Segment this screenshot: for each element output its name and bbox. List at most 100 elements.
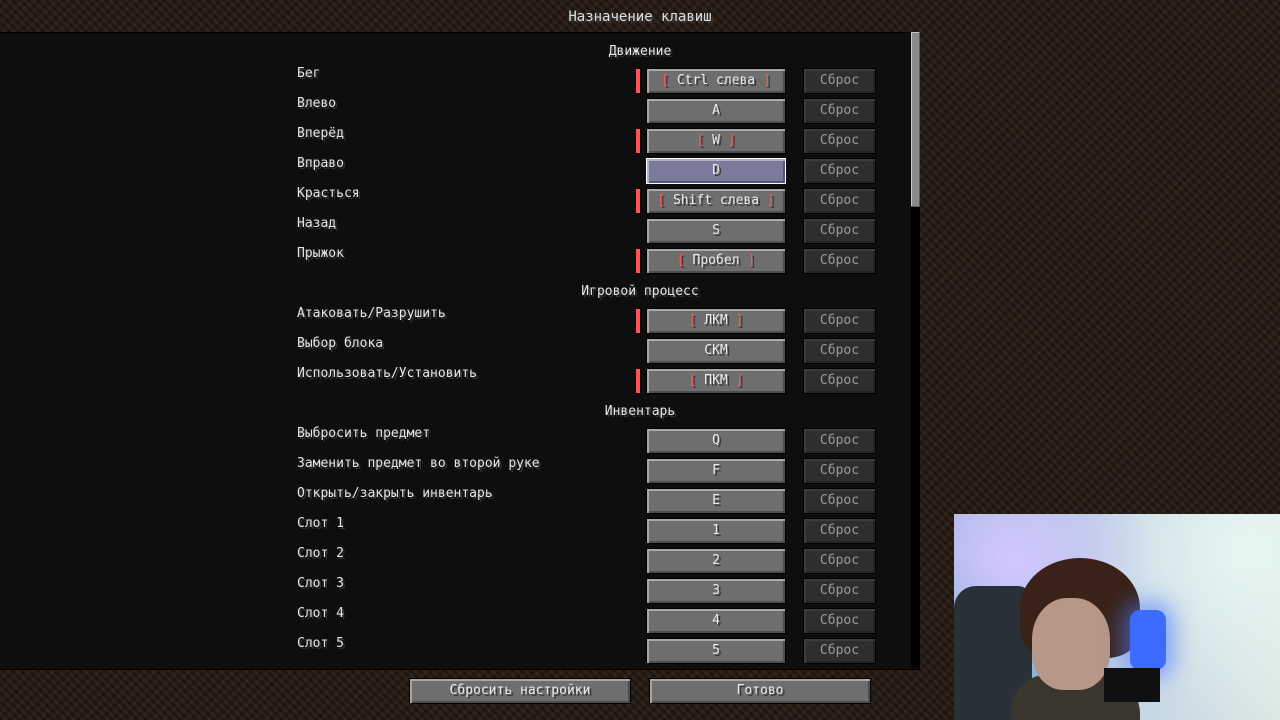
action-label: Выбор блока [297, 336, 384, 351]
reset-button[interactable]: Сброс [803, 638, 876, 664]
conflict-bracket-right: ] [719, 133, 736, 148]
conflict-bracket-right: ] [755, 73, 771, 88]
webcam-overlay [954, 514, 1280, 720]
keybind-row: Заменить предмет во второй руке F Сброс [0, 456, 920, 484]
action-label: Слот 3 [297, 576, 344, 591]
keybind-row: Слот 4 4 Сброс [0, 606, 920, 634]
reset-button[interactable]: Сброс [803, 128, 876, 154]
key-button[interactable]: [ ПКМ ] [646, 368, 786, 394]
key-button[interactable]: 4 [646, 608, 786, 634]
action-label: Использовать/Установить [297, 366, 478, 381]
category-inventory: Инвентарь [604, 404, 676, 419]
screen-title: Назначение клавиш [568, 9, 712, 25]
scrollbar[interactable] [911, 32, 920, 668]
conflict-marker [636, 189, 640, 213]
action-label: Заменить предмет во второй руке [297, 456, 540, 471]
conflict-bracket-left: [ [661, 73, 677, 88]
keybind-row: Вперёд [ W ] Сброс [0, 126, 920, 154]
key-button[interactable]: СКМ [646, 338, 786, 364]
reset-button[interactable]: Сброс [803, 68, 876, 94]
reset-button[interactable]: Сброс [803, 458, 876, 484]
key-button[interactable]: F [646, 458, 786, 484]
reset-all-button[interactable]: Сбросить настройки [409, 678, 631, 704]
key-label: Ctrl слева [676, 73, 756, 88]
reset-button[interactable]: Сброс [803, 188, 876, 214]
key-button[interactable]: [ Ctrl слева ] [646, 68, 786, 94]
key-button[interactable]: [ Shift слева ] [646, 188, 786, 214]
action-label: Выбросить предмет [297, 426, 431, 441]
keybind-row: Выбросить предмет Q Сброс [0, 426, 920, 454]
action-label: Слот 5 [297, 636, 344, 651]
person-face [1032, 598, 1110, 690]
reset-button[interactable]: Сброс [803, 218, 876, 244]
reset-button[interactable]: Сброс [803, 578, 876, 604]
conflict-bracket-left: [ [688, 373, 705, 388]
key-button[interactable]: [ Пробел ] [646, 248, 786, 274]
key-label: Пробел [692, 253, 740, 268]
keybind-row: Слот 1 1 Сброс [0, 516, 920, 544]
conflict-bracket-right: ] [739, 253, 756, 268]
reset-button[interactable]: Сброс [803, 248, 876, 274]
key-button[interactable]: E [646, 488, 786, 514]
keybind-row: Влево A Сброс [0, 96, 920, 124]
conflict-bracket-left: [ [688, 313, 705, 328]
conflict-bracket-right: ] [727, 373, 744, 388]
key-button[interactable]: A [646, 98, 786, 124]
conflict-bracket-left: [ [657, 193, 673, 208]
action-label: Атаковать/Разрушить [297, 306, 446, 321]
keybind-row: Использовать/Установить [ ПКМ ] Сброс [0, 366, 920, 394]
lamp-base [1104, 668, 1160, 702]
reset-button[interactable]: Сброс [803, 308, 876, 334]
key-label: Shift слева [672, 193, 760, 208]
reset-button[interactable]: Сброс [803, 368, 876, 394]
key-button[interactable]: S [646, 218, 786, 244]
conflict-bracket-right: ] [727, 313, 744, 328]
lamp-light [1130, 610, 1166, 670]
keybind-row: Назад S Сброс [0, 216, 920, 244]
key-button[interactable]: [ ЛКМ ] [646, 308, 786, 334]
key-button[interactable]: 2 [646, 548, 786, 574]
conflict-marker [636, 129, 640, 153]
reset-button[interactable]: Сброс [803, 338, 876, 364]
keybind-list[interactable]: Движение Игровой процесс Инвентарь Бег [ … [0, 32, 920, 670]
conflict-marker [636, 369, 640, 393]
category-movement: Движение [608, 44, 672, 59]
key-label: W [712, 133, 720, 148]
keybind-row: Выбор блока СКМ Сброс [0, 336, 920, 364]
reset-button[interactable]: Сброс [803, 98, 876, 124]
key-label: ЛКМ [704, 313, 728, 328]
action-label: Вперёд [297, 126, 344, 141]
reset-button[interactable]: Сброс [803, 428, 876, 454]
keybind-row: Вправо D Сброс [0, 156, 920, 184]
key-button[interactable]: 3 [646, 578, 786, 604]
keybind-row: Слот 5 5 Сброс [0, 636, 920, 664]
conflict-bracket-right: ] [759, 193, 775, 208]
action-label: Открыть/закрыть инвентарь [297, 486, 493, 501]
key-label: ПКМ [704, 373, 728, 388]
reset-button[interactable]: Сброс [803, 518, 876, 544]
key-button[interactable]: Q [646, 428, 786, 454]
action-label: Бег [297, 66, 321, 81]
key-button[interactable]: D [646, 158, 786, 184]
category-gameplay: Игровой процесс [581, 284, 699, 299]
keybind-row: Красться [ Shift слева ] Сброс [0, 186, 920, 214]
conflict-marker [636, 309, 640, 333]
keybind-row: Бег [ Ctrl слева ] Сброс [0, 66, 920, 94]
keybind-row: Прыжок [ Пробел ] Сброс [0, 246, 920, 274]
done-button[interactable]: Готово [649, 678, 871, 704]
action-label: Слот 4 [297, 606, 344, 621]
reset-button[interactable]: Сброс [803, 488, 876, 514]
conflict-marker [636, 69, 640, 93]
action-label: Слот 2 [297, 546, 344, 561]
action-label: Слот 1 [297, 516, 344, 531]
reset-button[interactable]: Сброс [803, 158, 876, 184]
key-button[interactable]: 5 [646, 638, 786, 664]
action-label: Прыжок [297, 246, 344, 261]
key-button[interactable]: 1 [646, 518, 786, 544]
action-label: Влево [297, 96, 337, 111]
scrollbar-thumb[interactable] [911, 32, 920, 207]
conflict-bracket-left: [ [676, 253, 693, 268]
reset-button[interactable]: Сброс [803, 608, 876, 634]
key-button[interactable]: [ W ] [646, 128, 786, 154]
reset-button[interactable]: Сброс [803, 548, 876, 574]
